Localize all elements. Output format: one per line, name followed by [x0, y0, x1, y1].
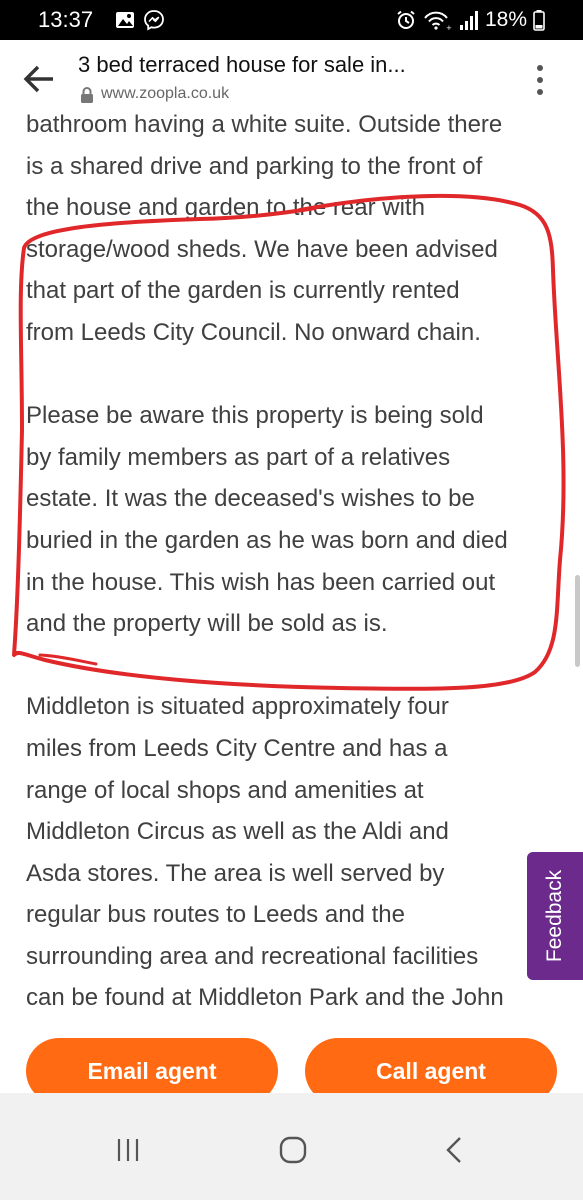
more-options-icon[interactable] — [530, 62, 550, 98]
scroll-indicator[interactable] — [575, 575, 580, 667]
status-bar: 13:37 + 18% — [0, 0, 583, 40]
page-title[interactable]: 3 bed terraced house for sale in... — [78, 52, 508, 78]
back-arrow-icon[interactable] — [22, 64, 56, 94]
back-icon[interactable] — [440, 1135, 470, 1165]
alarm-icon — [397, 10, 415, 29]
home-icon[interactable] — [278, 1135, 308, 1165]
description-line: estate. It was the deceased's wishes to … — [26, 485, 475, 513]
status-time: 13:37 — [38, 7, 94, 32]
description-line: by family members as part of a relatives — [26, 443, 451, 471]
description-line: and the property will be sold as is. — [26, 610, 388, 638]
description-line: from Leeds City Council. No onward chain… — [26, 318, 481, 346]
recent-apps-icon[interactable] — [113, 1135, 143, 1165]
description-line: Please be aware this property is being s… — [26, 402, 484, 430]
description-line: surrounding area and recreational facili… — [26, 942, 479, 970]
description-line: that part of the garden is currently ren… — [26, 277, 460, 305]
description-line: storage/wood sheds. We have been advised — [26, 235, 498, 263]
android-nav-bar — [0, 1093, 583, 1200]
battery-icon — [533, 10, 545, 31]
description-line: miles from Leeds City Centre and has a — [26, 734, 448, 762]
description-line: Middleton Circus as well as the Aldi and — [26, 818, 449, 846]
svg-text:+: + — [446, 24, 452, 31]
description-line: in the house. This wish has been carried… — [26, 568, 496, 596]
description-line: bathroom having a white suite. Outside t… — [26, 111, 503, 138]
wifi-icon: + — [424, 11, 452, 31]
feedback-label: Feedback — [543, 869, 566, 963]
feedback-tab[interactable]: Feedback — [527, 852, 583, 980]
status-right: + 18% — [395, 7, 545, 33]
description-line: regular bus routes to Leeds and the — [26, 901, 405, 929]
property-description: bathroom having a white suite. Outside t… — [26, 104, 566, 1019]
lock-icon — [81, 87, 93, 103]
description-line: range of local shops and amenities at — [26, 776, 424, 804]
messenger-icon — [144, 10, 164, 31]
description-line: can be found at Middleton Park and the J… — [26, 984, 504, 1012]
description-line: Asda stores. The area is well served by — [26, 859, 445, 887]
description-line: is a shared drive and parking to the fro… — [26, 152, 483, 180]
description-line: Middleton is situated approximately four — [26, 693, 449, 721]
description-line: the house and garden to the rear with — [26, 194, 425, 222]
screen: 13:37 + 18% 3 bed terraced house for sal… — [0, 0, 583, 1200]
signal-icon — [459, 11, 478, 30]
description-line: buried in the garden as he was born and … — [26, 526, 508, 554]
page-url[interactable]: www.zoopla.co.uk — [101, 85, 229, 103]
gallery-icon — [116, 12, 134, 28]
battery-percent: 18% — [484, 8, 527, 31]
